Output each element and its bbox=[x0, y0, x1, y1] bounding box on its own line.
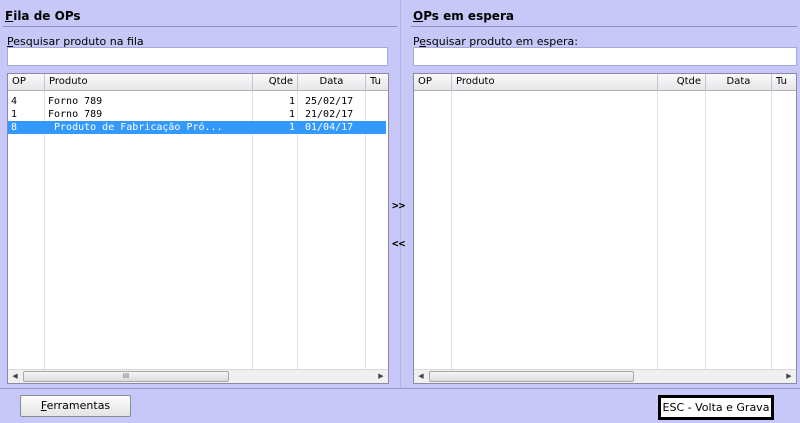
cell-data: 01/04/17 bbox=[305, 122, 354, 133]
col-header-qtde[interactable]: Qtde bbox=[253, 74, 298, 91]
cell-tu bbox=[366, 121, 388, 134]
cell-op: 1 bbox=[11, 109, 18, 120]
col-header-tu[interactable]: Tu bbox=[772, 74, 796, 91]
move-left-button[interactable]: << bbox=[392, 237, 405, 250]
table-row[interactable]: 1 Forno 789 1 21/02/17 bbox=[8, 108, 388, 121]
col-header-produto[interactable]: Produto bbox=[452, 74, 658, 91]
footer-separator bbox=[0, 388, 800, 389]
scrollbar-thumb[interactable] bbox=[429, 371, 634, 382]
col-header-data[interactable]: Data bbox=[298, 74, 366, 91]
cell-produto: Produto de Fabricação Pró... bbox=[48, 122, 223, 133]
cell-qtde: 1 bbox=[288, 109, 295, 120]
esc-save-return-button[interactable]: ESC - Volta e Grava bbox=[658, 395, 774, 420]
col-header-data[interactable]: Data bbox=[706, 74, 772, 91]
panel-divider bbox=[400, 0, 401, 388]
cell-data: 21/02/17 bbox=[305, 109, 354, 120]
queue-horizontal-scrollbar[interactable]: ◀ III ▶ bbox=[8, 369, 388, 383]
col-header-tu[interactable]: Tu bbox=[366, 74, 388, 91]
col-separator bbox=[705, 91, 706, 369]
scroll-left-arrow-icon[interactable]: ◀ bbox=[414, 370, 428, 383]
col-separator bbox=[657, 91, 658, 369]
waiting-grid-header: OP Produto Qtde Data Tu bbox=[414, 74, 796, 91]
cell-data: 25/02/17 bbox=[305, 96, 354, 107]
col-separator bbox=[451, 91, 452, 369]
waiting-grid[interactable]: OP Produto Qtde Data Tu ◀ ▶ bbox=[413, 73, 797, 384]
cell-op: 8 bbox=[11, 122, 18, 133]
queue-grid-header: OP Produto Qtde Data Tu bbox=[8, 74, 388, 91]
scrollbar-thumb[interactable]: III bbox=[23, 371, 229, 382]
cell-qtde: 1 bbox=[288, 122, 295, 133]
move-right-button[interactable]: >> bbox=[392, 199, 405, 212]
queue-grid[interactable]: OP Produto Qtde Data Tu 4 Forno 789 1 25… bbox=[7, 73, 389, 384]
col-header-produto[interactable]: Produto bbox=[45, 74, 253, 91]
ferramentas-button[interactable]: Ferramentas bbox=[20, 395, 131, 417]
cell-tu bbox=[366, 108, 388, 121]
col-header-op[interactable]: OP bbox=[414, 74, 452, 91]
table-row[interactable]: 4 Forno 789 1 25/02/17 bbox=[8, 95, 388, 108]
waiting-horizontal-scrollbar[interactable]: ◀ ▶ bbox=[414, 369, 796, 383]
left-search-input[interactable] bbox=[7, 47, 388, 66]
left-panel-title: Fila de OPs bbox=[5, 9, 81, 23]
table-row-selected[interactable]: 8 Produto de Fabricação Pró... 1 01/04/1… bbox=[8, 121, 386, 134]
scroll-right-arrow-icon[interactable]: ▶ bbox=[374, 370, 388, 383]
scroll-right-arrow-icon[interactable]: ▶ bbox=[782, 370, 796, 383]
cell-qtde: 1 bbox=[288, 96, 295, 107]
left-title-underline bbox=[3, 26, 397, 27]
cell-produto: Forno 789 bbox=[48, 109, 103, 120]
scroll-left-arrow-icon[interactable]: ◀ bbox=[8, 370, 22, 383]
cell-op: 4 bbox=[11, 96, 18, 107]
cell-produto: Forno 789 bbox=[48, 96, 103, 107]
right-search-input[interactable] bbox=[413, 47, 797, 66]
right-title-underline bbox=[411, 26, 797, 27]
right-panel-title: OPs em espera bbox=[413, 9, 514, 23]
col-header-op[interactable]: OP bbox=[8, 74, 45, 91]
col-separator bbox=[771, 91, 772, 369]
col-header-qtde[interactable]: Qtde bbox=[658, 74, 706, 91]
cell-tu bbox=[366, 95, 388, 108]
